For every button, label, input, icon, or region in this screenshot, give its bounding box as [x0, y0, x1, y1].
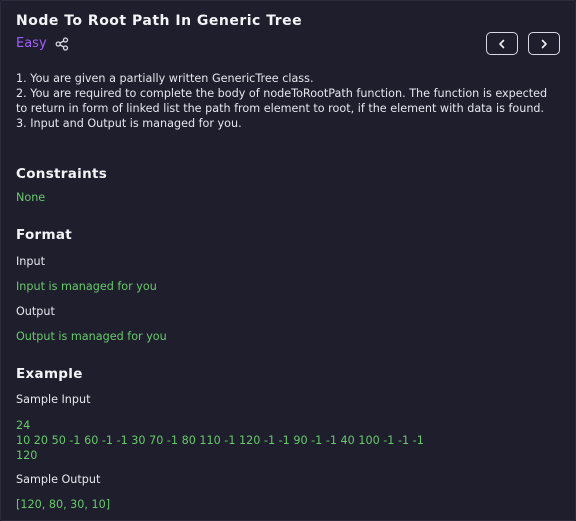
difficulty-badge: Easy	[16, 36, 47, 51]
next-problem-button[interactable]	[528, 32, 560, 55]
chevron-left-icon	[499, 39, 505, 48]
input-format-value: Input is managed for you	[16, 280, 157, 293]
description-line: 2. You are required to complete the body…	[16, 87, 548, 115]
sample-input-line: 10 20 50 -1 60 -1 -1 30 70 -1 80 110 -1 …	[16, 434, 424, 447]
sample-output-label: Sample Output	[16, 473, 101, 486]
sample-input-line: 120	[16, 449, 38, 462]
previous-problem-button[interactable]	[486, 32, 518, 55]
share-icon[interactable]	[55, 37, 69, 51]
description-line: 1. You are given a partially written Gen…	[16, 72, 314, 85]
sample-input-block: 24 10 20 50 -1 60 -1 -1 30 70 -1 80 110 …	[16, 418, 556, 463]
constraints-value: None	[16, 191, 46, 204]
description-line: 3. Input and Output is managed for you.	[16, 117, 242, 130]
sample-output-value: [120, 80, 30, 10]	[16, 498, 111, 511]
format-heading: Format	[16, 227, 73, 243]
output-label: Output	[16, 305, 55, 318]
chevron-right-icon	[541, 39, 547, 48]
example-heading: Example	[16, 366, 83, 382]
problem-title: Node To Root Path In Generic Tree	[16, 13, 303, 29]
output-format-value: Output is managed for you	[16, 330, 167, 343]
sample-input-label: Sample Input	[16, 393, 91, 406]
sample-input-line: 24	[16, 419, 31, 432]
problem-description: 1. You are given a partially written Gen…	[16, 71, 556, 131]
constraints-heading: Constraints	[16, 166, 108, 182]
input-label: Input	[16, 255, 45, 268]
